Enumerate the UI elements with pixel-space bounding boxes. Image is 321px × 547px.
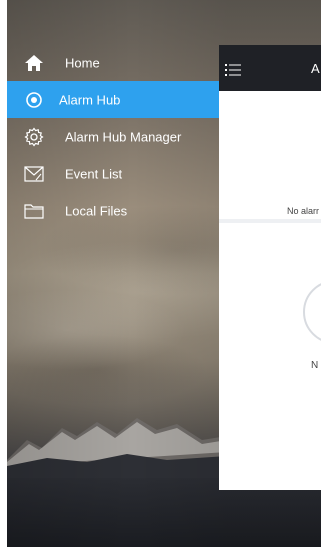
drawer-item-event-list[interactable]: Event List [7,155,219,192]
no-alarm-message: No alarr [287,206,320,216]
gear-icon [23,126,45,148]
drawer-item-home[interactable]: Home [7,44,219,81]
drawer-item-label: Home [65,55,100,70]
drawer-item-local-files[interactable]: Local Files [7,192,219,229]
drawer-menu: Home Alarm Hub Alarm Hub Manager Event L… [7,44,219,229]
app-main-panel[interactable]: A No alarr N [219,45,321,490]
mail-icon [23,163,45,185]
app-topbar: A [219,45,321,91]
lower-section [219,219,321,490]
empty-state-message: N [311,360,319,371]
app-title: A [311,61,320,76]
folder-icon [23,200,45,222]
lower-card [219,223,321,490]
drawer-item-label: Event List [65,166,123,181]
drawer-item-alarm-hub[interactable]: Alarm Hub [7,81,219,118]
list-menu-icon[interactable] [225,63,241,76]
drawer-item-label: Alarm Hub Manager [65,129,182,144]
alarm-card: No alarr [219,91,321,219]
radio-target-icon [23,89,45,111]
drawer-item-label: Local Files [65,203,128,218]
home-icon [23,52,45,74]
drawer-item-alarm-hub-manager[interactable]: Alarm Hub Manager [7,118,219,155]
drawer-item-label: Alarm Hub [59,92,121,107]
